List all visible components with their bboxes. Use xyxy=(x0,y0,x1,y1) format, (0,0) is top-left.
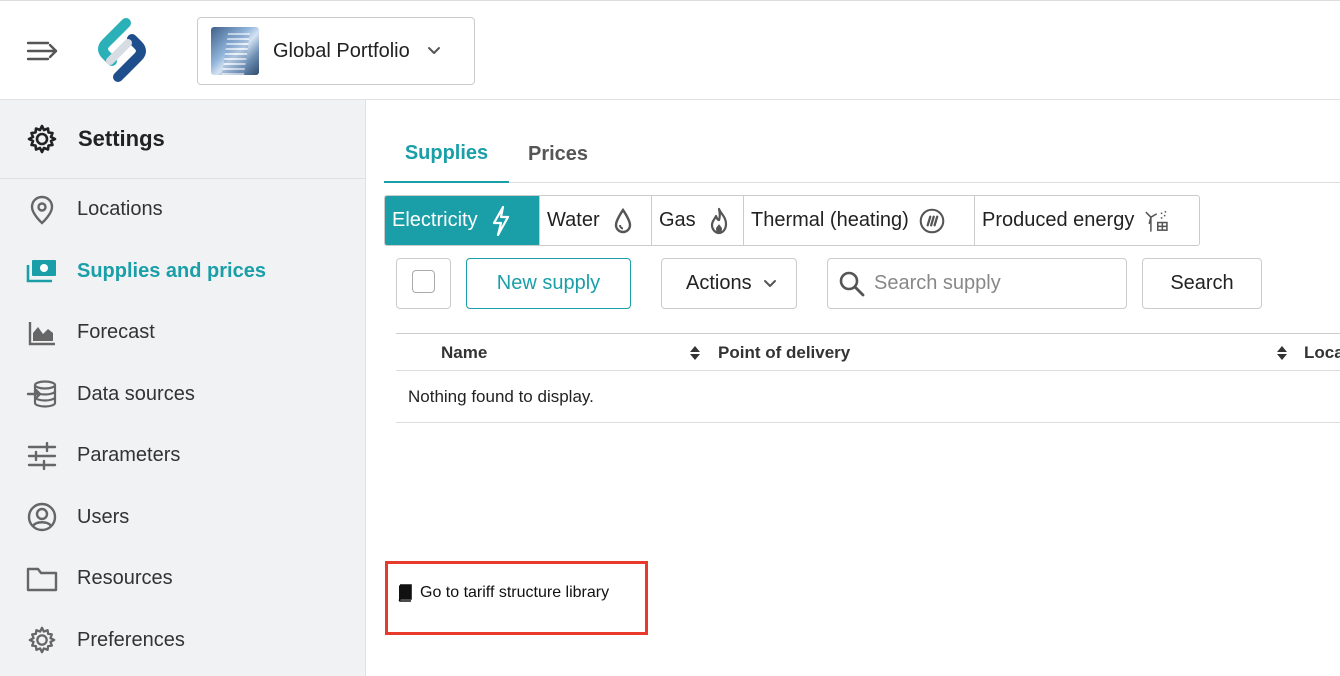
sidebar-item-label: Users xyxy=(77,505,130,528)
sidebar-item-label: Supplies and prices xyxy=(77,259,266,282)
main-tabs: Supplies Prices xyxy=(384,125,1340,183)
energy-label: Thermal (heating) xyxy=(751,209,909,231)
tab-supplies[interactable]: Supplies xyxy=(384,125,509,183)
energy-label: Gas xyxy=(659,209,696,231)
sliders-icon xyxy=(26,440,58,472)
sidebar-item-preferences[interactable]: Preferences xyxy=(0,610,365,672)
sidebar-item-locations[interactable]: Locations xyxy=(0,179,365,241)
tariff-library-link[interactable]: Go to tariff structure library xyxy=(397,584,609,602)
user-circle-icon xyxy=(26,501,58,533)
sort-icon[interactable] xyxy=(1276,344,1288,362)
sidebar-item-label: Parameters xyxy=(77,444,181,467)
portfolio-thumbnail xyxy=(211,27,259,75)
chart-icon xyxy=(26,317,58,349)
book-icon xyxy=(398,584,412,602)
lightning-icon xyxy=(488,205,514,236)
sidebar-item-label: Preferences xyxy=(77,628,185,651)
top-header: Global Portfolio xyxy=(0,0,1340,100)
sidebar-item-resources[interactable]: Resources xyxy=(0,548,365,610)
energy-label: Water xyxy=(547,209,600,231)
column-point-of-delivery[interactable]: Point of delivery xyxy=(718,334,850,371)
sidebar-item-label: Data sources xyxy=(77,382,195,405)
search-field xyxy=(827,258,1127,309)
energy-water-button[interactable]: Water xyxy=(540,196,652,245)
energy-type-selector: Electricity Water Gas Thermal (heating) … xyxy=(384,195,1200,246)
select-all-checkbox[interactable] xyxy=(396,258,451,309)
sidebar-item-parameters[interactable]: Parameters xyxy=(0,425,365,487)
search-input[interactable] xyxy=(874,272,1114,295)
sidebar-item-forecast[interactable]: Forecast xyxy=(0,302,365,364)
water-drop-icon xyxy=(610,206,636,236)
location-pin-icon xyxy=(26,194,58,226)
sort-icon[interactable] xyxy=(689,344,701,362)
database-import-icon xyxy=(26,378,58,410)
actions-label: Actions xyxy=(686,272,752,294)
sidebar-item-supplies-and-prices[interactable]: Supplies and prices xyxy=(0,241,365,303)
sidebar-item-users[interactable]: Users xyxy=(0,487,365,549)
chevron-down-icon xyxy=(427,47,440,54)
energy-electricity-button[interactable]: Electricity xyxy=(385,196,540,245)
sidebar-item-label: Forecast xyxy=(77,321,155,344)
empty-table-message: Nothing found to display. xyxy=(396,371,1340,423)
tariff-library-label: Go to tariff structure library xyxy=(420,584,610,601)
checkbox-box xyxy=(412,270,435,293)
sidebar-item-data-sources[interactable]: Data sources xyxy=(0,364,365,426)
search-button[interactable]: Search xyxy=(1142,258,1262,309)
column-name[interactable]: Name xyxy=(441,334,487,371)
folder-icon xyxy=(26,563,58,595)
sidebar-title: Settings xyxy=(78,126,165,151)
column-location[interactable]: Loca xyxy=(1304,334,1340,371)
app-logo[interactable] xyxy=(88,17,156,83)
search-icon xyxy=(839,271,865,296)
money-icon xyxy=(26,255,58,287)
gear-icon xyxy=(27,124,57,154)
actions-dropdown[interactable]: Actions xyxy=(661,258,797,309)
table-header: Name Point of delivery Loca xyxy=(396,333,1340,371)
wind-solar-icon xyxy=(1144,206,1170,236)
heating-icon xyxy=(919,206,945,236)
energy-label: Electricity xyxy=(392,209,478,231)
energy-produced-button[interactable]: Produced energy xyxy=(975,196,1199,245)
menu-expand-icon[interactable] xyxy=(26,37,60,65)
chevron-down-icon xyxy=(763,279,776,287)
tab-prices[interactable]: Prices xyxy=(528,125,588,183)
flame-icon xyxy=(706,206,732,236)
portfolio-name: Global Portfolio xyxy=(273,39,410,62)
settings-sidebar: Settings Locations Supplies and prices F… xyxy=(0,100,366,676)
energy-label: Produced energy xyxy=(982,209,1135,231)
sidebar-item-label: Resources xyxy=(77,567,173,590)
gear-icon xyxy=(26,624,58,656)
sidebar-header: Settings xyxy=(0,100,365,179)
new-supply-button[interactable]: New supply xyxy=(466,258,631,309)
portfolio-selector[interactable]: Global Portfolio xyxy=(197,17,475,85)
energy-thermal-button[interactable]: Thermal (heating) xyxy=(744,196,975,245)
sidebar-item-label: Locations xyxy=(77,198,163,221)
energy-gas-button[interactable]: Gas xyxy=(652,196,744,245)
